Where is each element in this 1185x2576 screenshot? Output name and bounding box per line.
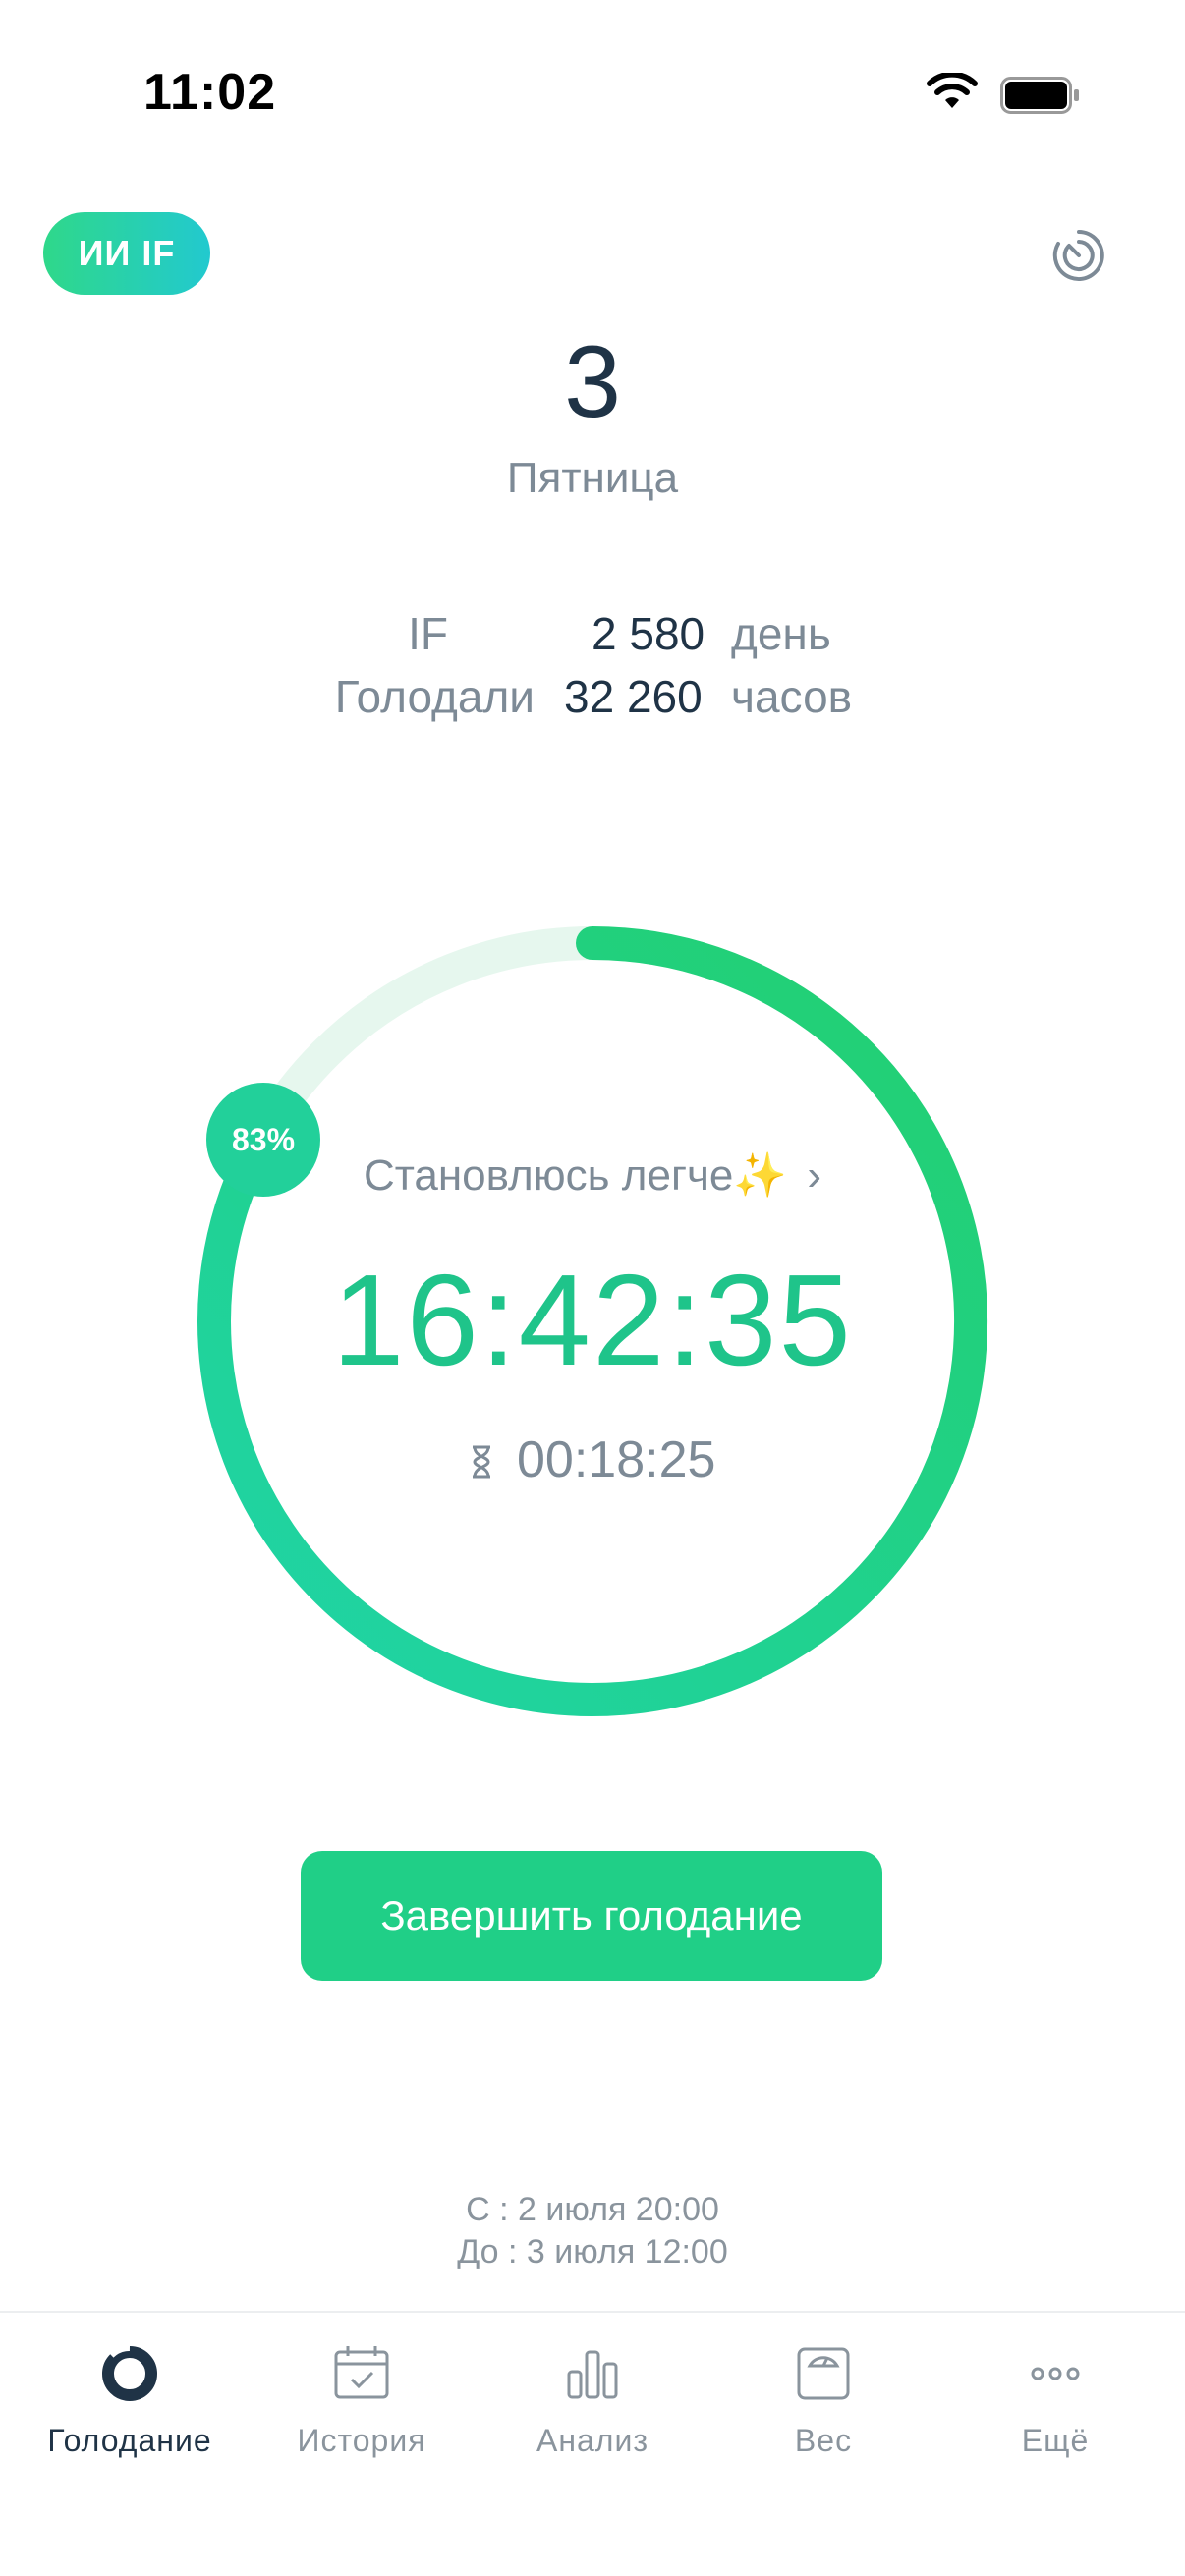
tab-bar: Голодание История Анализ Вес Ещё — [0, 2311, 1185, 2576]
scale-icon — [797, 2347, 850, 2400]
tab-history[interactable]: История — [244, 2342, 480, 2490]
tab-more-label: Ещё — [1021, 2423, 1090, 2458]
stat-label-if: IF — [408, 608, 448, 659]
fasting-stage-link[interactable]: Становлюсь легче✨ › — [0, 1149, 1185, 1201]
fasting-stage-label: Становлюсь легче✨ — [363, 1151, 788, 1200]
ai-if-button[interactable]: ИИ IF — [43, 212, 210, 295]
stat-value-fasted: 32 260 — [564, 671, 703, 722]
stat-unit-fasted: часов — [731, 671, 853, 722]
day-number: 3 — [564, 325, 621, 439]
status-time: 11:02 — [143, 64, 277, 121]
weekday-label: Пятница — [506, 454, 679, 502]
stat-unit-if: день — [731, 608, 831, 659]
tab-analysis-label: Анализ — [536, 2423, 649, 2458]
wifi-icon — [927, 73, 978, 108]
hourglass-icon — [472, 1445, 490, 1479]
stat-label-fasted: Голодали — [334, 671, 535, 722]
history-timer-icon[interactable] — [1049, 226, 1108, 285]
end-fasting-button[interactable]: Завершить голодание — [301, 1851, 882, 1981]
tab-analysis[interactable]: Анализ — [475, 2342, 710, 2490]
tab-weight-label: Вес — [794, 2423, 853, 2458]
tab-weight[interactable]: Вес — [705, 2342, 941, 2490]
calendar-check-icon — [334, 2346, 389, 2399]
tab-history-label: История — [297, 2423, 426, 2458]
remaining-timer: 00:18:25 — [0, 1430, 1185, 1489]
stat-row-if: IF 2 580 день — [0, 607, 1185, 666]
stat-row-fasted: Голодали 32 260 часов — [0, 670, 1185, 729]
remaining-value: 00:18:25 — [517, 1431, 716, 1488]
period-start: С : 2 июля 20:00 — [466, 2191, 719, 2228]
stat-value-if: 2 580 — [592, 608, 705, 659]
more-dots-icon — [1031, 2367, 1080, 2380]
period-end: До : 3 июля 12:00 — [457, 2233, 728, 2270]
bar-chart-icon — [567, 2350, 618, 2399]
chevron-right-icon: › — [807, 1151, 822, 1200]
elapsed-timer: 16:42:35 — [332, 1248, 853, 1392]
tab-fasting[interactable]: Голодание — [12, 2342, 248, 2490]
tab-fasting-label: Голодание — [47, 2423, 212, 2458]
tab-more[interactable]: Ещё — [937, 2342, 1173, 2490]
battery-icon — [1000, 77, 1079, 114]
fasting-ring-icon — [102, 2342, 157, 2401]
